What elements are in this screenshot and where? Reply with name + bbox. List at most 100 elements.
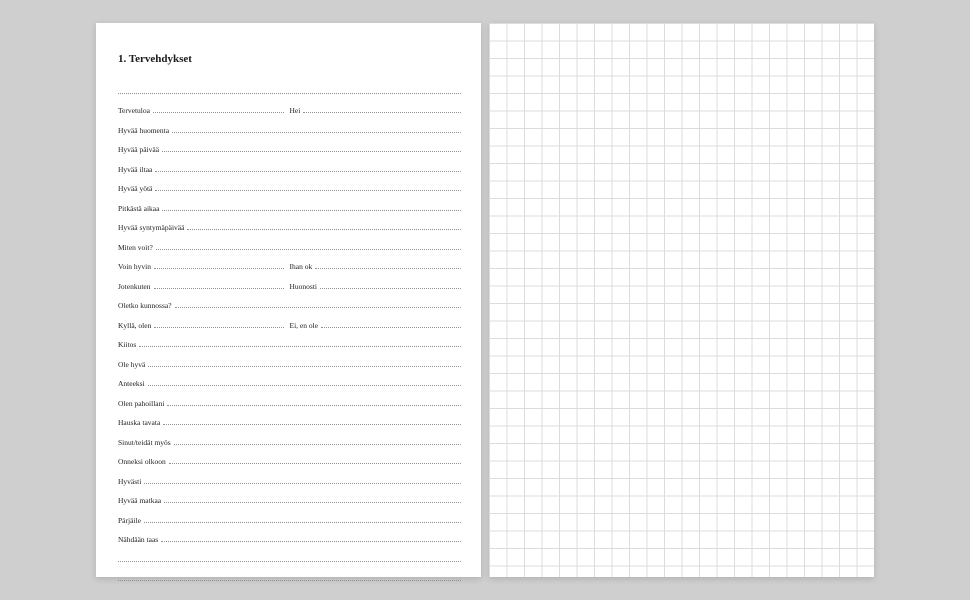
vocab-row: Kiitos [118, 331, 461, 351]
vocab-cell-right: Ei, en ole [290, 321, 462, 331]
vocab-row: Onneksi olkoon [118, 448, 461, 468]
vocab-label: Tervetuloa [118, 106, 153, 116]
vocab-label: Nähdään taas [118, 535, 161, 545]
vocab-cell: Ole hyvä [118, 360, 461, 370]
fill-line [155, 190, 461, 191]
vocab-cell-right: Huonosti [290, 282, 462, 292]
vocab-label: Hauska tavata [118, 418, 163, 428]
vocab-cell: Hyvää iltaa [118, 165, 461, 175]
fill-line [163, 424, 461, 425]
fill-line [303, 112, 461, 113]
right-page [489, 23, 874, 577]
vocab-cell: Kiitos [118, 340, 461, 350]
fill-line [169, 463, 461, 464]
vocab-row: Hyvää matkaa [118, 487, 461, 507]
vocab-label: Hyvää yötä [118, 184, 155, 194]
vocab-row: Hyvää yötä [118, 175, 461, 195]
fill-line [153, 112, 284, 113]
vocab-label: Hyvästi [118, 477, 144, 487]
fill-line [144, 522, 461, 523]
fill-line [118, 93, 461, 94]
vocab-row: Ole hyvä [118, 350, 461, 370]
vocab-label: Jotenkuten [118, 282, 154, 292]
vocab-cell: Onneksi olkoon [118, 457, 461, 467]
vocab-label: Pärjäile [118, 516, 144, 526]
vocab-label: Hei [290, 106, 304, 116]
vocab-cell: Hyvää yötä [118, 184, 461, 194]
vocab-row: Pitkästä aikaa [118, 194, 461, 214]
vocab-label: Kiitos [118, 340, 139, 350]
vocab-row: Anteeksi [118, 370, 461, 390]
vocab-cell-right: Ihan ok [290, 262, 462, 272]
vocab-cell: Pitkästä aikaa [118, 204, 461, 214]
vocab-label: Hyvää huomenta [118, 126, 172, 136]
vocab-cell: Olen pahoillani [118, 399, 461, 409]
vocab-label: Ihan ok [290, 262, 316, 272]
vocab-label: Miten voit? [118, 243, 156, 253]
fill-line [154, 268, 284, 269]
vocab-cell: Hyvää päivää [118, 145, 461, 155]
fill-line [167, 405, 461, 406]
vocab-cell: Miten voit? [118, 243, 461, 253]
fill-line [154, 288, 284, 289]
vocab-cell-left: Kyllä, olen [118, 321, 290, 331]
fill-line [139, 346, 461, 347]
vocab-rows: Tervetuloa Hei Hyvää huomenta Hyvää päivää H… [118, 77, 461, 584]
fill-line [148, 385, 461, 386]
vocab-label: Pitkästä aikaa [118, 204, 162, 214]
vocab-row: Pärjäile [118, 506, 461, 526]
vocab-label: Hyvää syntymäpäivää [118, 223, 187, 233]
vocab-cell: Sinut/teidät myös [118, 438, 461, 448]
fill-line [118, 580, 461, 581]
fill-line [164, 502, 461, 503]
vocab-label: Voin hyvin [118, 262, 154, 272]
vocab-row: Jotenkuten Huonosti [118, 272, 461, 292]
vocab-row: Nähdään taas [118, 526, 461, 546]
vocab-label: Ole hyvä [118, 360, 148, 370]
vocab-cell: Hyvää huomenta [118, 126, 461, 136]
vocab-row [118, 545, 461, 565]
vocab-cell-left: Jotenkuten [118, 282, 290, 292]
vocab-row: Oletko kunnossa? [118, 292, 461, 312]
vocab-label: Hyvää iltaa [118, 165, 155, 175]
vocab-row: Hyvää iltaa [118, 155, 461, 175]
vocab-cell: Hauska tavata [118, 418, 461, 428]
vocab-label: Ei, en ole [290, 321, 322, 331]
fill-line [154, 327, 283, 328]
vocab-cell: Hyvästi [118, 477, 461, 487]
section-heading: 1. Tervehdykset [118, 53, 461, 65]
vocab-row: Sinut/teidät myös [118, 428, 461, 448]
vocab-row [118, 565, 461, 585]
vocab-cell: Anteeksi [118, 379, 461, 389]
vocab-cell: Pärjäile [118, 516, 461, 526]
vocab-row: Hauska tavata [118, 409, 461, 429]
vocab-cell: Hyvää matkaa [118, 496, 461, 506]
fill-line [118, 561, 461, 562]
vocab-row: Kyllä, olen Ei, en ole [118, 311, 461, 331]
fill-line [161, 541, 461, 542]
vocab-label: Sinut/teidät myös [118, 438, 174, 448]
fill-line [148, 366, 461, 367]
fill-line [172, 132, 461, 133]
fill-line [320, 288, 461, 289]
vocab-cell-left: Tervetuloa [118, 106, 290, 116]
grid-paper [489, 23, 874, 577]
fill-line [144, 483, 461, 484]
vocab-label: Olen pahoillani [118, 399, 167, 409]
vocab-cell: Hyvää syntymäpäivää [118, 223, 461, 233]
vocab-row: Hyvää huomenta [118, 116, 461, 136]
vocab-label: Hyvää päivää [118, 145, 162, 155]
vocab-label: Kyllä, olen [118, 321, 154, 331]
vocab-row: Hyvästi [118, 467, 461, 487]
vocab-label: Anteeksi [118, 379, 148, 389]
fill-line [162, 210, 461, 211]
vocab-cell: Oletko kunnossa? [118, 301, 461, 311]
fill-line [175, 307, 461, 308]
vocab-label: Oletko kunnossa? [118, 301, 175, 311]
vocab-cell: Nähdään taas [118, 535, 461, 545]
vocab-label: Hyvää matkaa [118, 496, 164, 506]
vocab-label: Onneksi olkoon [118, 457, 169, 467]
fill-line [156, 249, 461, 250]
vocab-cell-right: Hei [290, 106, 462, 116]
vocab-row: Hyvää päivää [118, 136, 461, 156]
